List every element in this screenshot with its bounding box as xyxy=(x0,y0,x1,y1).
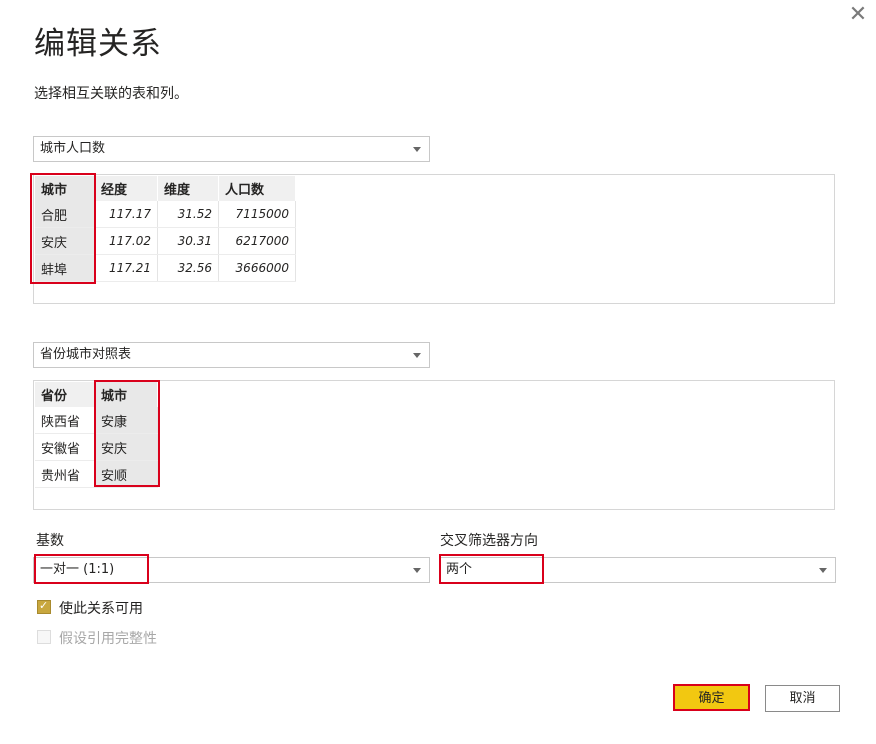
cell-province: 陕西省 xyxy=(35,407,95,434)
dialog-subtitle: 选择相互关联的表和列。 xyxy=(34,86,188,102)
cancel-button[interactable]: 取消 xyxy=(765,685,840,712)
chevron-down-icon xyxy=(413,568,421,573)
dialog-title: 编辑关系 xyxy=(34,26,162,62)
table-header-row: 省份 城市 xyxy=(35,382,158,407)
table2-preview: 省份 城市 陕西省 安康 安徽省 安庆 贵州省 安顺 xyxy=(33,380,835,510)
chevron-down-icon xyxy=(819,568,827,573)
column-header-province[interactable]: 省份 xyxy=(35,382,95,407)
table-row: 安徽省 安庆 xyxy=(35,433,158,461)
table-row: 蚌埠 117.21 32.56 3666000 xyxy=(35,254,296,282)
column-header-city[interactable]: 城市 xyxy=(35,176,95,201)
table1-grid: 城市 经度 维度 人口数 合肥 117.17 31.52 7115000 安庆 … xyxy=(35,176,296,282)
cell-longitude: 117.21 xyxy=(94,254,158,282)
chevron-down-icon xyxy=(413,147,421,152)
cell-latitude: 30.31 xyxy=(157,227,219,255)
cell-city[interactable]: 安康 xyxy=(94,407,158,434)
active-relationship-label[interactable]: 使此关系可用 xyxy=(59,598,143,618)
column-header-city[interactable]: 城市 xyxy=(94,382,158,407)
cell-province: 安徽省 xyxy=(35,433,95,461)
active-relationship-checkbox[interactable] xyxy=(37,599,51,614)
table2-select-value: 省份城市对照表 xyxy=(40,347,132,362)
cell-longitude: 117.02 xyxy=(94,227,158,255)
table1-select-value: 城市人口数 xyxy=(40,141,106,156)
table1-preview: 城市 经度 维度 人口数 合肥 117.17 31.52 7115000 安庆 … xyxy=(33,174,835,304)
table-row: 陕西省 安康 xyxy=(35,407,158,434)
table-row: 合肥 117.17 31.52 7115000 xyxy=(35,201,296,228)
cardinality-value: 一对一 (1:1) xyxy=(40,562,115,577)
cell-population: 7115000 xyxy=(218,201,296,228)
cardinality-select[interactable]: 一对一 (1:1) xyxy=(33,557,430,583)
column-header-longitude[interactable]: 经度 xyxy=(94,176,158,201)
close-icon[interactable]: ✕ xyxy=(847,4,869,26)
chevron-down-icon xyxy=(413,353,421,358)
cell-population: 6217000 xyxy=(218,227,296,255)
cell-province: 贵州省 xyxy=(35,460,95,488)
table2-grid: 省份 城市 陕西省 安康 安徽省 安庆 贵州省 安顺 xyxy=(35,382,158,488)
table-row: 贵州省 安顺 xyxy=(35,460,158,488)
cell-city[interactable]: 安庆 xyxy=(94,433,158,461)
cardinality-label: 基数 xyxy=(36,533,64,549)
cell-latitude: 32.56 xyxy=(157,254,219,282)
referential-integrity-label: 假设引用完整性 xyxy=(59,631,157,647)
cell-city[interactable]: 安顺 xyxy=(94,460,158,488)
crossfilter-select[interactable]: 两个 xyxy=(439,557,836,583)
crossfilter-label: 交叉筛选器方向 xyxy=(440,533,538,549)
referential-integrity-checkbox xyxy=(37,630,51,644)
ok-button[interactable]: 确定 xyxy=(673,684,750,711)
cell-population: 3666000 xyxy=(218,254,296,282)
cell-latitude: 31.52 xyxy=(157,201,219,228)
column-header-latitude[interactable]: 维度 xyxy=(157,176,219,201)
cell-city[interactable]: 蚌埠 xyxy=(35,254,95,282)
column-header-population[interactable]: 人口数 xyxy=(218,176,296,201)
crossfilter-value: 两个 xyxy=(446,562,473,577)
cell-city[interactable]: 合肥 xyxy=(35,201,95,228)
table1-select[interactable]: 城市人口数 xyxy=(33,136,430,162)
cell-city[interactable]: 安庆 xyxy=(35,227,95,255)
table2-select[interactable]: 省份城市对照表 xyxy=(33,342,430,368)
cell-longitude: 117.17 xyxy=(94,201,158,228)
table-header-row: 城市 经度 维度 人口数 xyxy=(35,176,296,201)
table-row: 安庆 117.02 30.31 6217000 xyxy=(35,227,296,255)
